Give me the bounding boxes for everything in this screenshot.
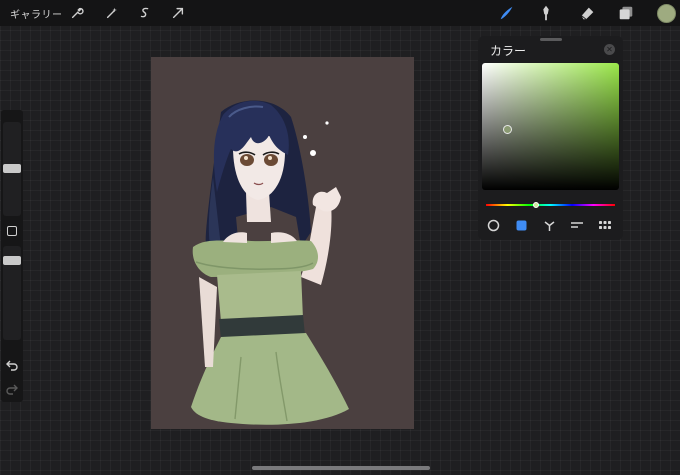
close-icon[interactable]: ✕ (604, 44, 615, 55)
undo-icon[interactable] (4, 358, 20, 372)
smudge-icon[interactable] (536, 3, 556, 23)
layers-icon[interactable] (616, 3, 636, 23)
value-icon[interactable] (569, 217, 585, 233)
brush-size-thumb[interactable] (3, 164, 21, 173)
transform-arrow-icon[interactable] (169, 4, 187, 22)
redo-icon[interactable] (4, 382, 20, 396)
brush-icon[interactable] (497, 3, 517, 23)
color-picker-marker[interactable] (503, 125, 512, 134)
eyedropper-modify-button[interactable] (7, 226, 17, 236)
hue-knob[interactable] (533, 202, 539, 208)
classic-icon[interactable] (513, 217, 529, 233)
drawing-canvas[interactable] (151, 57, 414, 429)
harmony-icon[interactable] (541, 217, 557, 233)
panel-grabber[interactable] (540, 38, 562, 41)
disc-icon[interactable] (485, 217, 501, 233)
eraser-icon[interactable] (577, 3, 597, 23)
opacity-slider[interactable] (3, 246, 21, 340)
gallery-button[interactable]: ギャラリー (10, 6, 63, 21)
magic-wand-icon[interactable] (103, 4, 121, 22)
opacity-thumb[interactable] (3, 256, 21, 265)
brush-size-slider[interactable] (3, 122, 21, 216)
top-toolbar: ギャラリー (0, 0, 680, 26)
color-panel-title: カラー (490, 44, 527, 58)
palettes-icon[interactable] (597, 217, 613, 233)
hue-slider[interactable] (486, 202, 615, 208)
left-sidebar (1, 110, 23, 402)
wrench-icon[interactable] (68, 4, 86, 22)
current-color-swatch[interactable] (657, 4, 676, 23)
color-panel: カラー ✕ (478, 36, 623, 240)
home-indicator[interactable] (252, 466, 430, 470)
selection-s-icon[interactable] (136, 4, 154, 22)
saturation-brightness-picker[interactable] (482, 63, 619, 190)
artwork-illustration (191, 100, 349, 425)
